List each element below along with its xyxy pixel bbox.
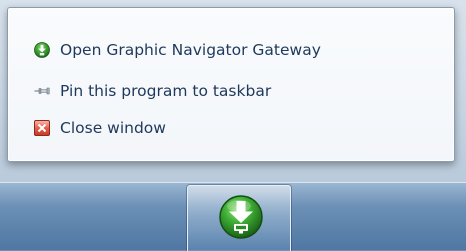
taskbar-app-button[interactable] <box>187 185 291 251</box>
jumplist-item-label: Close window <box>60 119 166 137</box>
jumplist-item-close-window[interactable]: Close window <box>34 115 166 141</box>
jumplist-item-open-app[interactable]: Open Graphic Navigator Gateway <box>34 37 321 63</box>
taskbar <box>0 182 466 251</box>
close-window-icon <box>34 120 50 136</box>
green-download-app-icon <box>34 42 50 58</box>
jumplist-item-label: Pin this program to taskbar <box>60 82 272 100</box>
green-download-app-icon <box>218 194 264 240</box>
jumplist-item-label: Open Graphic Navigator Gateway <box>60 41 321 59</box>
taskbar-jump-list: Open Graphic Navigator Gateway Pin this … <box>7 7 455 162</box>
jumplist-item-pin-to-taskbar[interactable]: Pin this program to taskbar <box>34 78 271 104</box>
pin-icon <box>34 83 50 99</box>
